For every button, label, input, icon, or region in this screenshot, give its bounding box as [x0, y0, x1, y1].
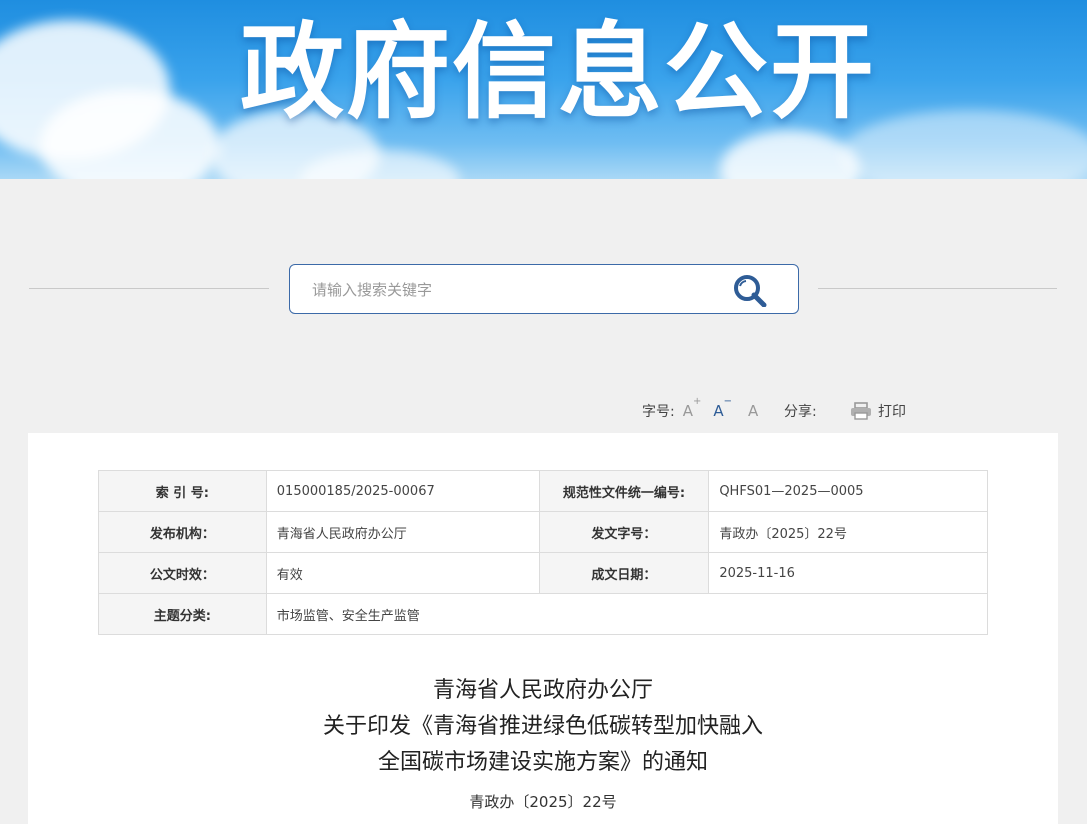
index-number-label: 索 引 号:: [98, 470, 267, 512]
font-medium-button[interactable]: A−: [713, 396, 732, 420]
written-date-label: 成文日期：: [538, 552, 710, 594]
share-label: 分享:: [784, 404, 817, 420]
table-row: 发布机构： 青海省人民政府办公厅 发文字号： 青政办〔2025〕22号: [98, 511, 988, 553]
doc-number-label: 发文字号：: [538, 511, 710, 553]
search-box: [289, 264, 799, 314]
table-row: 公文时效： 有效 成文日期： 2025-11-16: [98, 552, 988, 594]
table-row: 索 引 号: 015000185/2025-00067 规范性文件统一编号: Q…: [98, 470, 988, 512]
issuer-label: 发布机构：: [98, 511, 267, 553]
document-number: 青政办〔2025〕22号: [469, 793, 617, 811]
topic-label: 主题分类:: [98, 593, 267, 635]
banner-title: 政府信息公开: [240, 11, 877, 133]
issuer-value: 青海省人民政府办公厅: [265, 511, 540, 553]
search-divider-left: [29, 288, 269, 289]
doc-number-value: 青政办〔2025〕22号: [708, 511, 988, 553]
table-row: 主题分类: 市场监管、安全生产监管: [98, 593, 989, 635]
print-label: 打印: [878, 404, 906, 420]
font-large-button[interactable]: A+: [683, 396, 702, 420]
document-title-line-3: 全国碳市场建设实施方案》的通知: [377, 750, 708, 775]
validity-label: 公文时效：: [98, 552, 267, 594]
written-date-value: 2025-11-16: [708, 552, 988, 594]
share-toolbar: 分享:: [784, 400, 817, 422]
search-icon: [734, 275, 767, 308]
printer-icon: [851, 402, 871, 420]
topic-value: 市场监管、安全生产监管: [265, 593, 989, 635]
search-divider-right: [818, 288, 1057, 289]
font-small-button[interactable]: A: [748, 402, 758, 420]
search-input[interactable]: [312, 277, 712, 303]
regulation-number-label: 规范性文件统一编号:: [538, 470, 710, 512]
document-title-line-1: 青海省人民政府办公厅: [432, 678, 653, 703]
search-button[interactable]: [730, 273, 774, 308]
index-number-value: 015000185/2025-00067: [265, 470, 540, 512]
regulation-number-value: QHFS01—2025—0005: [708, 470, 988, 512]
print-button[interactable]: 打印: [850, 400, 906, 422]
header-banner: 政府信息公开: [0, 0, 1087, 179]
font-size-toolbar: 字号: A+ A− A: [642, 396, 758, 422]
font-size-label: 字号:: [642, 404, 675, 420]
document-title-line-2: 关于印发《青海省推进绿色低碳转型加快融入: [322, 714, 763, 739]
validity-value: 有效: [265, 552, 540, 594]
document-info-table: 索 引 号: 015000185/2025-00067 规范性文件统一编号: Q…: [98, 470, 989, 635]
